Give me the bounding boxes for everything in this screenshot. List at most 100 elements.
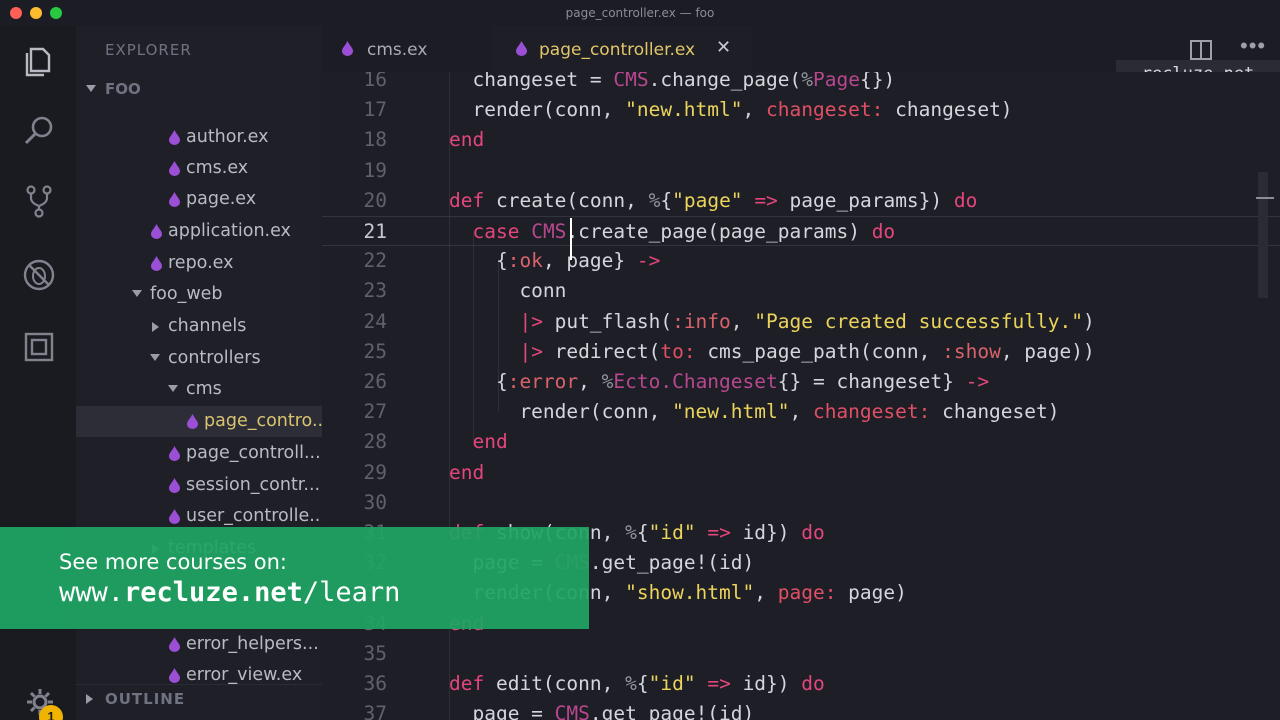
tree-item[interactable]: session_contr...	[76, 470, 322, 501]
explorer-files-icon[interactable]	[20, 40, 58, 78]
tree-item[interactable]: error_helpers...	[76, 629, 322, 660]
chevron-down-icon	[168, 385, 178, 392]
tree-item[interactable]: foo_web	[76, 279, 322, 310]
code-text: conn	[449, 279, 567, 303]
tree-item[interactable]: page.ex	[76, 184, 322, 215]
code-line[interactable]: 35	[322, 639, 1280, 669]
line-number: 30	[363, 490, 387, 514]
search-icon[interactable]	[20, 112, 58, 150]
tree-item[interactable]: author.ex	[76, 122, 322, 153]
code-text: |> put_flash(:info, "Page created succes…	[519, 309, 1095, 333]
tree-item[interactable]: channels	[76, 311, 322, 342]
editor-scrollbar[interactable]	[1258, 172, 1268, 298]
title-bar: page_controller.ex — foo	[0, 0, 1280, 26]
elixir-drop-icon	[151, 256, 162, 271]
outline-section[interactable]: OUTLINE	[76, 684, 322, 720]
line-number: 25	[363, 339, 387, 363]
window-title: page_controller.ex — foo	[565, 6, 715, 20]
code-line[interactable]: 27 render(conn, "new.html", changeset: c…	[322, 397, 1280, 427]
promo-url[interactable]: www.recluze.net/learn	[59, 577, 400, 608]
line-number: 28	[363, 430, 387, 454]
extensions-icon[interactable]	[20, 328, 58, 366]
tree-item[interactable]: cms.ex	[76, 153, 322, 184]
code-text: case CMS.create_page(page_params) do	[472, 220, 896, 243]
code-text: |> redirect(to: cms_page_path(conn, :sho…	[519, 339, 1095, 363]
elixir-drop-icon	[342, 41, 353, 56]
code-text: render(conn, "new.html", changeset: chan…	[449, 400, 1060, 424]
tab-cms-ex[interactable]: cms.ex	[322, 26, 492, 72]
code-line[interactable]: 26 {:error, %Ecto.Changeset{} = changese…	[322, 367, 1280, 397]
code-line[interactable]: 36 def edit(conn, %{"id" => id}) do	[322, 669, 1280, 699]
code-line[interactable]: 22 {:ok, page} ->	[322, 246, 1280, 276]
elixir-drop-icon	[169, 192, 180, 207]
code-text: end	[472, 430, 508, 454]
code-text: end	[449, 460, 485, 484]
elixir-drop-icon	[169, 130, 180, 145]
tree-item[interactable]: application.ex	[76, 216, 322, 247]
line-number: 21	[363, 220, 387, 243]
chevron-down-icon	[150, 354, 160, 361]
code-line[interactable]: 23 conn	[322, 276, 1280, 306]
tree-item[interactable]: cms	[76, 374, 322, 405]
text-cursor	[570, 218, 572, 260]
code-line[interactable]: 17 render(conn, "new.html", changeset: c…	[322, 95, 1280, 125]
code-line[interactable]: 20 def create(conn, %{"page" => page_para…	[322, 186, 1280, 216]
elixir-drop-icon	[169, 478, 180, 493]
line-number: 37	[363, 702, 387, 720]
code-line[interactable]: 25 |> redirect(to: cms_page_path(conn, :…	[322, 337, 1280, 367]
tab-page-controller-ex[interactable]: page_controller.ex ✕	[492, 26, 752, 72]
elixir-drop-icon	[516, 41, 527, 56]
tree-item[interactable]: page_controll...	[76, 438, 322, 469]
more-actions-icon[interactable]: •••	[1240, 33, 1266, 59]
elixir-drop-icon	[151, 224, 162, 239]
tree-item[interactable]: controllers	[76, 343, 322, 374]
code-line[interactable]: 28 end	[322, 427, 1280, 457]
notification-badge[interactable]: 1	[39, 705, 63, 720]
code-text: {:ok, page} ->	[449, 249, 661, 273]
code-line[interactable]: 19	[322, 156, 1280, 186]
line-number: 24	[363, 309, 387, 333]
line-number: 36	[363, 672, 387, 695]
tree-item[interactable]: repo.ex	[76, 248, 322, 279]
code-line[interactable]: 24 |> put_flash(:info, "Page created suc…	[322, 307, 1280, 337]
explorer-title: EXPLORER	[105, 41, 192, 59]
line-number: 35	[363, 641, 387, 665]
promo-line-1: See more courses on:	[59, 550, 287, 574]
line-number: 18	[363, 128, 387, 152]
chevron-right-icon	[152, 322, 159, 332]
close-tab-icon[interactable]: ✕	[716, 38, 736, 58]
split-editor-icon[interactable]	[1190, 40, 1212, 60]
code-line[interactable]: 21 case CMS.create_page(page_params) do	[322, 216, 1280, 246]
code-text: {:error, %Ecto.Changeset{} = changeset} …	[449, 370, 990, 393]
promo-banner: See more courses on: www.recluze.net/lea…	[0, 527, 589, 629]
line-number: 29	[363, 460, 387, 484]
code-text: changeset = CMS.change_page(%Page{})	[449, 72, 896, 91]
code-line[interactable]: 37 page = CMS.get_page!(id)	[322, 699, 1280, 720]
code-line[interactable]: 29 end	[322, 458, 1280, 488]
debug-icon[interactable]	[20, 256, 58, 294]
elixir-drop-icon	[169, 161, 180, 176]
elixir-drop-icon	[169, 637, 180, 652]
code-text: def create(conn, %{"page" => page_params…	[449, 188, 978, 212]
tree-item[interactable]: page_contro...	[76, 406, 322, 437]
code-text: page = CMS.get_page!(id)	[449, 702, 755, 720]
code-text: end	[449, 128, 485, 152]
code-line[interactable]: 18 end	[322, 125, 1280, 155]
scrollbar-position-marker	[1256, 197, 1274, 199]
code-line[interactable]: 30	[322, 488, 1280, 518]
chevron-down-icon	[86, 85, 96, 92]
line-number: 20	[363, 188, 387, 212]
elixir-drop-icon	[169, 668, 180, 683]
line-number: 17	[363, 98, 387, 122]
line-number: 16	[363, 72, 387, 91]
code-line[interactable]: 16 changeset = CMS.change_page(%Page{})	[322, 72, 1280, 95]
elixir-drop-icon	[169, 509, 180, 524]
line-number: 26	[363, 370, 387, 393]
line-number: 27	[363, 400, 387, 424]
elixir-drop-icon	[169, 446, 180, 461]
source-control-icon[interactable]	[20, 182, 58, 220]
line-number: 22	[363, 249, 387, 273]
elixir-drop-icon	[187, 414, 198, 429]
code-text: def edit(conn, %{"id" => id}) do	[449, 672, 825, 695]
chevron-right-icon	[86, 694, 93, 704]
